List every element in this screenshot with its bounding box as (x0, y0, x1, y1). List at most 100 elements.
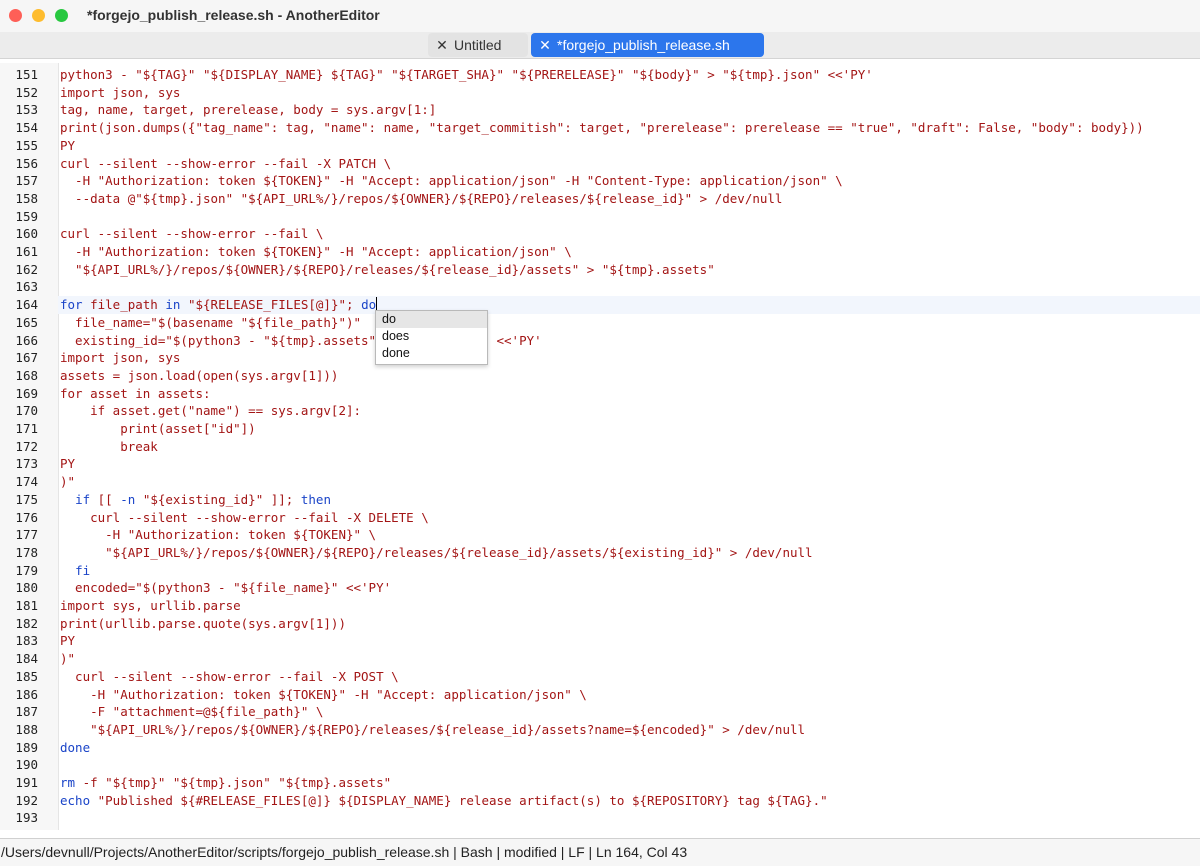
code-line[interactable]: rm -f "${tmp}" "${tmp}.json" "${tmp}.ass… (60, 774, 391, 792)
code-text: -f "${tmp}" "${tmp}.json" "${tmp}.assets… (75, 775, 392, 790)
minimize-window-button[interactable] (32, 9, 45, 22)
code-text: print(asset["id"]) (60, 421, 256, 436)
code-line[interactable]: curl --silent --show-error --fail -X DEL… (60, 509, 429, 527)
code-text: assets = json.load(open(sys.argv[1])) (60, 367, 339, 383)
code-line[interactable]: -H "Authorization: token ${TOKEN}" \ (60, 526, 376, 544)
code-line[interactable]: curl --silent --show-error --fail -X PAT… (60, 155, 391, 173)
code-line[interactable]: python3 - "${TAG}" "${DISPLAY_NAME} ${TA… (60, 66, 873, 84)
tab-label: Untitled (454, 37, 502, 53)
code-line[interactable]: --data @"${tmp}.json" "${API_URL%/}/repo… (60, 190, 782, 208)
line-number: 160 (15, 226, 38, 242)
line-number: 178 (15, 544, 38, 560)
line-number: 173 (15, 456, 38, 472)
tab-forgejo-publish-release[interactable]: ✕ *forgejo_publish_release.sh (531, 33, 764, 57)
code-text: PY (60, 633, 76, 649)
code-text: curl --silent --show-error --fail -X POS… (60, 668, 399, 684)
code-text: -F "attachment=@${file_path}" \ (60, 704, 324, 720)
autocomplete-option[interactable]: do (376, 311, 487, 328)
code-keyword: for (60, 297, 83, 313)
code-line[interactable]: print(urllib.parse.quote(sys.argv[1])) (60, 615, 346, 633)
code-text: tag, name, target, prerelease, body = sy… (60, 102, 437, 118)
line-number: 159 (15, 208, 38, 224)
code-text: "${existing_id}" ]]; (135, 491, 301, 507)
code-text: import json, sys (60, 350, 181, 366)
line-number: 171 (15, 421, 38, 436)
code-text: -H "Authorization: token ${TOKEN}" -H "A… (60, 173, 843, 189)
code-line[interactable]: break (60, 438, 158, 456)
code-text: encoded="$(python3 - "${file_name}" <<'P… (60, 580, 392, 596)
code-line[interactable]: -H "Authorization: token ${TOKEN}" -H "A… (60, 243, 572, 261)
code-line[interactable]: file_name="$(basename "${file_path}")" (60, 314, 361, 332)
line-number: 167 (15, 350, 38, 366)
code-text: for asset in assets: (60, 385, 211, 401)
code-text: -H "Authorization: token ${TOKEN}" -H "A… (60, 686, 587, 702)
code-line[interactable]: curl --silent --show-error --fail -X POS… (60, 668, 399, 686)
line-number: 189 (15, 739, 38, 755)
line-number: 172 (15, 438, 38, 454)
code-line[interactable]: "${API_URL%/}/repos/${OWNER}/${REPO}/rel… (60, 721, 805, 739)
line-number: 182 (15, 615, 38, 631)
code-line[interactable]: import json, sys (60, 84, 180, 102)
line-number: 174 (15, 474, 38, 490)
code-line[interactable]: print(asset["id"]) (60, 420, 256, 438)
code-line[interactable]: -H "Authorization: token ${TOKEN}" -H "A… (60, 686, 587, 704)
code-line[interactable]: "${API_URL%/}/repos/${OWNER}/${REPO}/rel… (60, 544, 812, 562)
code-text: if asset.get("name") == sys.argv[2]: (60, 403, 362, 419)
line-number: 181 (15, 598, 38, 613)
line-number: 180 (15, 580, 38, 596)
line-number: 162 (15, 261, 38, 277)
code-editor[interactable]: 151 152 153 154 155 156 157 158 159 160 161 162 163 1… (0, 63, 1200, 830)
code-line[interactable]: done (60, 739, 90, 757)
code-line[interactable]: PY (60, 455, 75, 473)
code-line[interactable]: echo "Published ${#RELEASE_FILES[@]} ${D… (60, 792, 828, 810)
code-keyword: done (60, 739, 91, 755)
code-line[interactable]: )" (60, 650, 75, 668)
code-line[interactable]: print(json.dumps({"tag_name": tag, "name… (60, 119, 1144, 137)
code-text: break (60, 438, 158, 454)
code-line[interactable]: tag, name, target, prerelease, body = sy… (60, 101, 436, 119)
current-code-line[interactable]: for file_path in "${RELEASE_FILES[@]}"; … (58, 296, 1200, 314)
close-tab-icon[interactable]: ✕ (434, 33, 450, 57)
line-number: 169 (15, 385, 38, 401)
code-keyword: -n (120, 491, 136, 507)
autocomplete-popup: do does done (375, 310, 488, 365)
code-line[interactable]: import json, sys (60, 349, 180, 367)
line-number: 165 (15, 314, 38, 330)
line-number: 175 (15, 491, 38, 507)
code-line[interactable]: for asset in assets: (60, 385, 211, 403)
code-keyword: do (361, 297, 377, 313)
close-window-button[interactable] (9, 9, 22, 22)
autocomplete-option[interactable]: done (376, 345, 487, 362)
line-number-gutter: 151 152 153 154 155 156 157 158 159 160 161 162 163 1… (0, 63, 59, 830)
window-title: *forgejo_publish_release.sh - AnotherEdi… (87, 7, 380, 23)
code-line[interactable]: )" (60, 473, 75, 491)
tab-untitled[interactable]: ✕ Untitled (428, 33, 528, 57)
code-line[interactable]: "${API_URL%/}/repos/${OWNER}/${REPO}/rel… (60, 261, 715, 279)
code-line[interactable]: curl --silent --show-error --fail \ (60, 225, 323, 243)
code-line[interactable]: PY (60, 137, 75, 155)
code-keyword: echo (60, 792, 91, 808)
code-line[interactable]: PY (60, 632, 75, 650)
code-line[interactable]: if [[ -n "${existing_id}" ]]; then (60, 491, 331, 509)
line-number: 170 (15, 403, 38, 419)
code-line[interactable]: -F "attachment=@${file_path}" \ (60, 703, 323, 721)
code-line[interactable]: if asset.get("name") == sys.argv[2]: (60, 402, 361, 420)
line-number: 155 (15, 137, 38, 153)
autocomplete-option[interactable]: does (376, 328, 487, 345)
line-number: 193 (15, 810, 38, 826)
line-number: 187 (15, 704, 38, 720)
code-line[interactable]: import sys, urllib.parse (60, 597, 241, 615)
code-line[interactable]: encoded="$(python3 - "${file_name}" <<'P… (60, 579, 391, 597)
line-number: 176 (15, 509, 38, 525)
code-line[interactable]: -H "Authorization: token ${TOKEN}" -H "A… (60, 172, 843, 190)
code-text: -H "Authorization: token ${TOKEN}" \ (60, 527, 377, 543)
close-tab-icon[interactable]: ✕ (537, 33, 553, 57)
code-area[interactable]: python3 - "${TAG}" "${DISPLAY_NAME} ${TA… (58, 63, 1200, 830)
zoom-window-button[interactable] (55, 9, 68, 22)
code-line[interactable]: fi (60, 562, 90, 580)
code-text: print(json.dumps({"tag_name": tag, "name… (60, 120, 1144, 136)
code-text: --data @"${tmp}.json" "${API_URL%/}/repo… (60, 190, 783, 206)
code-line[interactable]: assets = json.load(open(sys.argv[1])) (60, 367, 338, 385)
